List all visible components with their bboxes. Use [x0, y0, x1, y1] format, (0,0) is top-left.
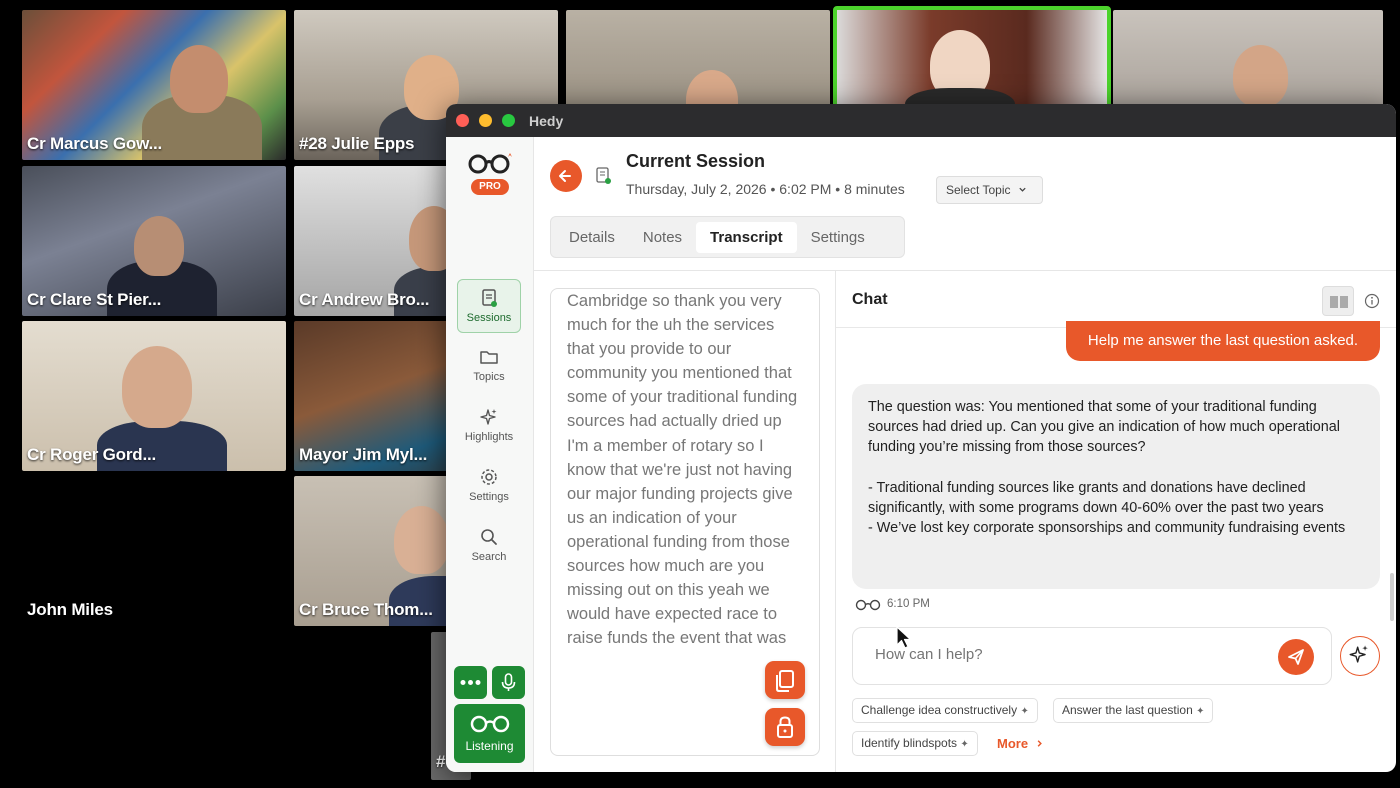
participant-name: Cr Marcus Gow...: [27, 134, 163, 153]
layout-toggle-button[interactable]: [1322, 286, 1354, 316]
message-timestamp: 6:10 PM: [887, 598, 930, 610]
more-options-button[interactable]: [454, 666, 487, 699]
participant-name: #: [436, 752, 446, 771]
sparkle-icon: ✦: [1196, 706, 1205, 717]
suggestion-chip[interactable]: Challenge idea constructively ✦: [852, 698, 1038, 723]
page-title: Current Session: [626, 151, 766, 171]
user-message: Help me answer the last question asked.: [1066, 321, 1380, 361]
sparkle-icon: ✦: [1020, 706, 1029, 717]
chat-scrollbar[interactable]: [1390, 573, 1394, 621]
participant-tile[interactable]: John Miles: [22, 476, 286, 626]
more-suggestions-link[interactable]: More: [997, 736, 1044, 751]
ai-suggest-button[interactable]: [1340, 636, 1380, 676]
gear-icon: [481, 469, 497, 485]
hedy-window: Hedy PRO Sessions Topics Highlights Sett…: [446, 104, 1396, 772]
sidebar-item-search[interactable]: Search: [457, 519, 521, 573]
suggestion-chip[interactable]: Identify blindspots ✦: [852, 731, 978, 756]
sidebar-item-sessions[interactable]: Sessions: [457, 279, 521, 333]
send-icon: [1288, 649, 1304, 665]
participant-name: John Miles: [27, 600, 113, 619]
participant-tile-speaking[interactable]: [833, 6, 1111, 110]
sparkle-icon: ✦: [960, 739, 969, 750]
sessions-icon: [482, 289, 497, 307]
copy-icon: [776, 670, 794, 692]
suggestion-chip-label: Identify blindspots: [861, 736, 958, 750]
suggestion-chip-label: Challenge idea constructively: [861, 703, 1018, 717]
chat-title: Chat: [852, 291, 888, 308]
chevron-down-icon: [1019, 187, 1026, 192]
back-button[interactable]: [550, 160, 582, 192]
tab-notes[interactable]: Notes: [629, 222, 696, 253]
participant-name: Mayor Jim Myl...: [299, 445, 428, 464]
participant-tile[interactable]: Cr Roger Gord...: [22, 321, 286, 471]
info-icon[interactable]: [1364, 293, 1380, 309]
sidebar-item-label: Topics: [473, 371, 505, 383]
participant-tile[interactable]: Cr Clare St Pier...: [22, 166, 286, 316]
sidebar-item-settings[interactable]: Settings: [457, 459, 521, 513]
session-tabs: Details Notes Transcript Settings: [550, 216, 905, 258]
arrow-left-icon: [559, 170, 571, 182]
sidebar-item-label: Search: [471, 551, 507, 563]
participant-name: Cr Andrew Bro...: [299, 290, 430, 309]
lock-icon: [777, 716, 793, 738]
sidebar-item-label: Sessions: [466, 312, 512, 324]
minimize-window-button[interactable]: [479, 114, 492, 127]
assistant-message-bullet: - We’ve lost key corporate sponsorships …: [868, 520, 1346, 537]
participant-name: Cr Clare St Pier...: [27, 290, 162, 309]
transcript-text: Cambridge so thank you very much for the…: [567, 292, 798, 648]
tab-transcript[interactable]: Transcript: [696, 221, 797, 253]
close-window-button[interactable]: [456, 114, 469, 127]
lock-button[interactable]: [765, 708, 805, 746]
session-header: Current Session Thursday, July 2, 2026 •…: [534, 137, 1396, 270]
search-icon: [481, 529, 497, 545]
chevron-right-icon: [1037, 740, 1042, 747]
window-title: Hedy: [529, 112, 564, 129]
folder-icon: [480, 351, 498, 364]
mouse-cursor-icon: [896, 626, 912, 649]
more-label: More: [997, 736, 1029, 751]
transcript-pane: Cambridge so thank you very much for the…: [534, 270, 836, 772]
copy-button[interactable]: [765, 661, 805, 699]
window-titlebar: Hedy: [446, 104, 1396, 137]
suggestion-chip[interactable]: Answer the last question ✦: [1053, 698, 1214, 723]
assistant-message: The question was: You mentioned that som…: [852, 384, 1380, 589]
microphone-button[interactable]: [492, 666, 525, 699]
listening-button[interactable]: Listening: [454, 704, 525, 763]
glasses-icon: [470, 715, 509, 733]
assistant-message-bullet: - Traditional funding sources like grant…: [868, 479, 1324, 516]
sparkle-icon: [1349, 645, 1368, 663]
listening-label: Listening: [465, 739, 514, 753]
assistant-message-intro: The question was: You mentioned that som…: [868, 399, 1340, 456]
sidebar-item-label: Highlights: [464, 431, 514, 443]
select-topic-label: Select Topic: [946, 183, 1011, 197]
zoom-window-button[interactable]: [502, 114, 515, 127]
tab-settings[interactable]: Settings: [797, 222, 879, 253]
chat-pane: Chat Help me answer the last question as…: [836, 270, 1396, 772]
tab-details[interactable]: Details: [555, 222, 629, 253]
participant-name: Cr Roger Gord...: [27, 445, 157, 464]
participant-name: #28 Julie Epps: [299, 134, 415, 153]
sidebar-item-topics[interactable]: Topics: [457, 339, 521, 393]
suggestion-chip-label: Answer the last question: [1062, 703, 1193, 717]
sidebar-item-highlights[interactable]: Highlights: [457, 399, 521, 453]
pro-badge: PRO: [471, 179, 509, 195]
chat-input[interactable]: [875, 646, 1255, 663]
glasses-avatar-icon: [855, 599, 881, 611]
select-topic-dropdown[interactable]: Select Topic: [936, 176, 1043, 204]
glasses-logo-icon: [468, 153, 512, 174]
sidebar-item-label: Settings: [469, 491, 509, 503]
microphone-icon: [501, 673, 516, 691]
participant-tile[interactable]: Cr Marcus Gow...: [22, 10, 286, 160]
split-view-icon: [1330, 296, 1348, 308]
dots-icon: [460, 680, 481, 685]
chat-input-container: [852, 627, 1332, 685]
sparkle-icon: [480, 409, 497, 425]
send-button[interactable]: [1278, 639, 1314, 675]
document-icon: [596, 167, 611, 184]
participant-name: Cr Bruce Thom...: [299, 600, 433, 619]
session-meta: Thursday, July 2, 2026 • 6:02 PM • 8 min…: [626, 181, 905, 197]
desktop: Cr Marcus Gow... #28 Julie Epps Cr Clare…: [0, 0, 1400, 788]
sidebar: PRO Sessions Topics Highlights Settings …: [446, 137, 534, 772]
